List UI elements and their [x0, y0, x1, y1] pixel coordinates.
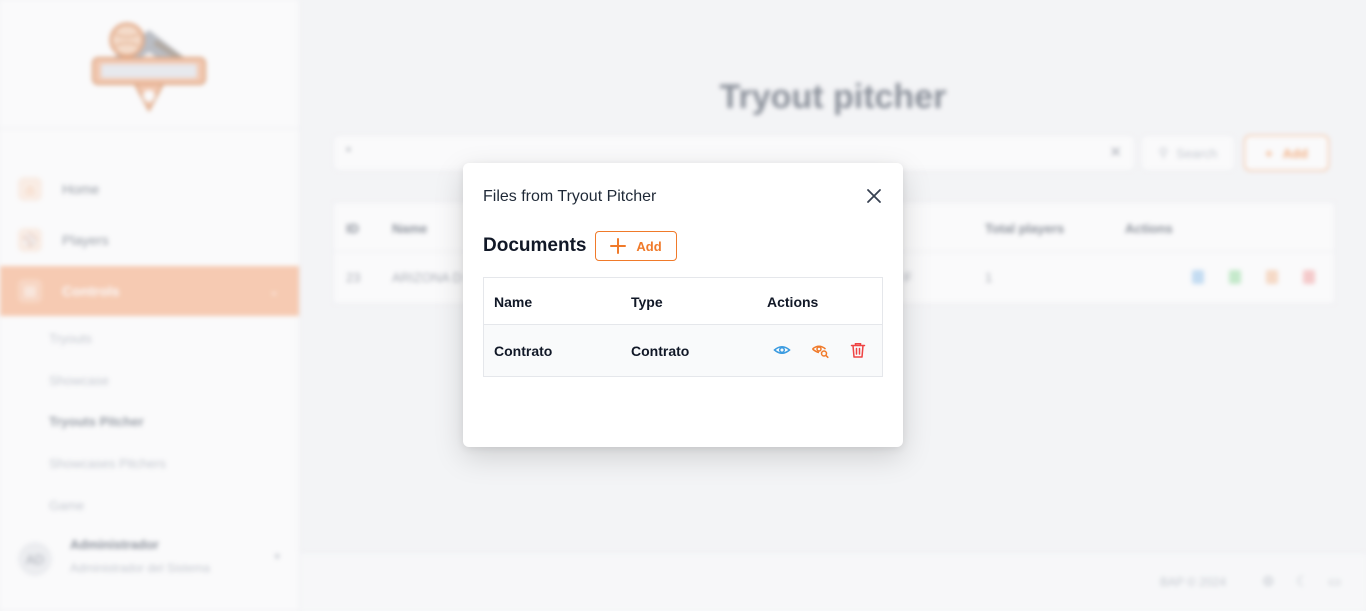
- documents-heading: Documents: [483, 235, 587, 256]
- column-header-actions: Actions: [767, 294, 819, 310]
- add-document-label: Add: [636, 238, 662, 254]
- plus-icon: [610, 238, 627, 254]
- document-type: Contrato: [631, 343, 690, 359]
- document-name: Contrato: [494, 343, 553, 359]
- close-icon[interactable]: [865, 187, 883, 205]
- table-header: Name Type Actions: [484, 278, 882, 325]
- files-modal: Files from Tryout Pitcher Documents Add …: [463, 163, 903, 447]
- add-document-button[interactable]: Add: [595, 231, 677, 261]
- preview-search-icon[interactable]: [811, 341, 829, 359]
- column-header-type: Type: [631, 294, 663, 310]
- table-row: Contrato Contrato: [484, 325, 882, 376]
- modal-title: Files from Tryout Pitcher: [483, 188, 657, 205]
- view-icon[interactable]: [773, 341, 791, 359]
- column-header-name: Name: [494, 294, 533, 310]
- documents-table: Name Type Actions Contrato Contrato: [483, 277, 883, 377]
- trash-icon[interactable]: [849, 341, 867, 359]
